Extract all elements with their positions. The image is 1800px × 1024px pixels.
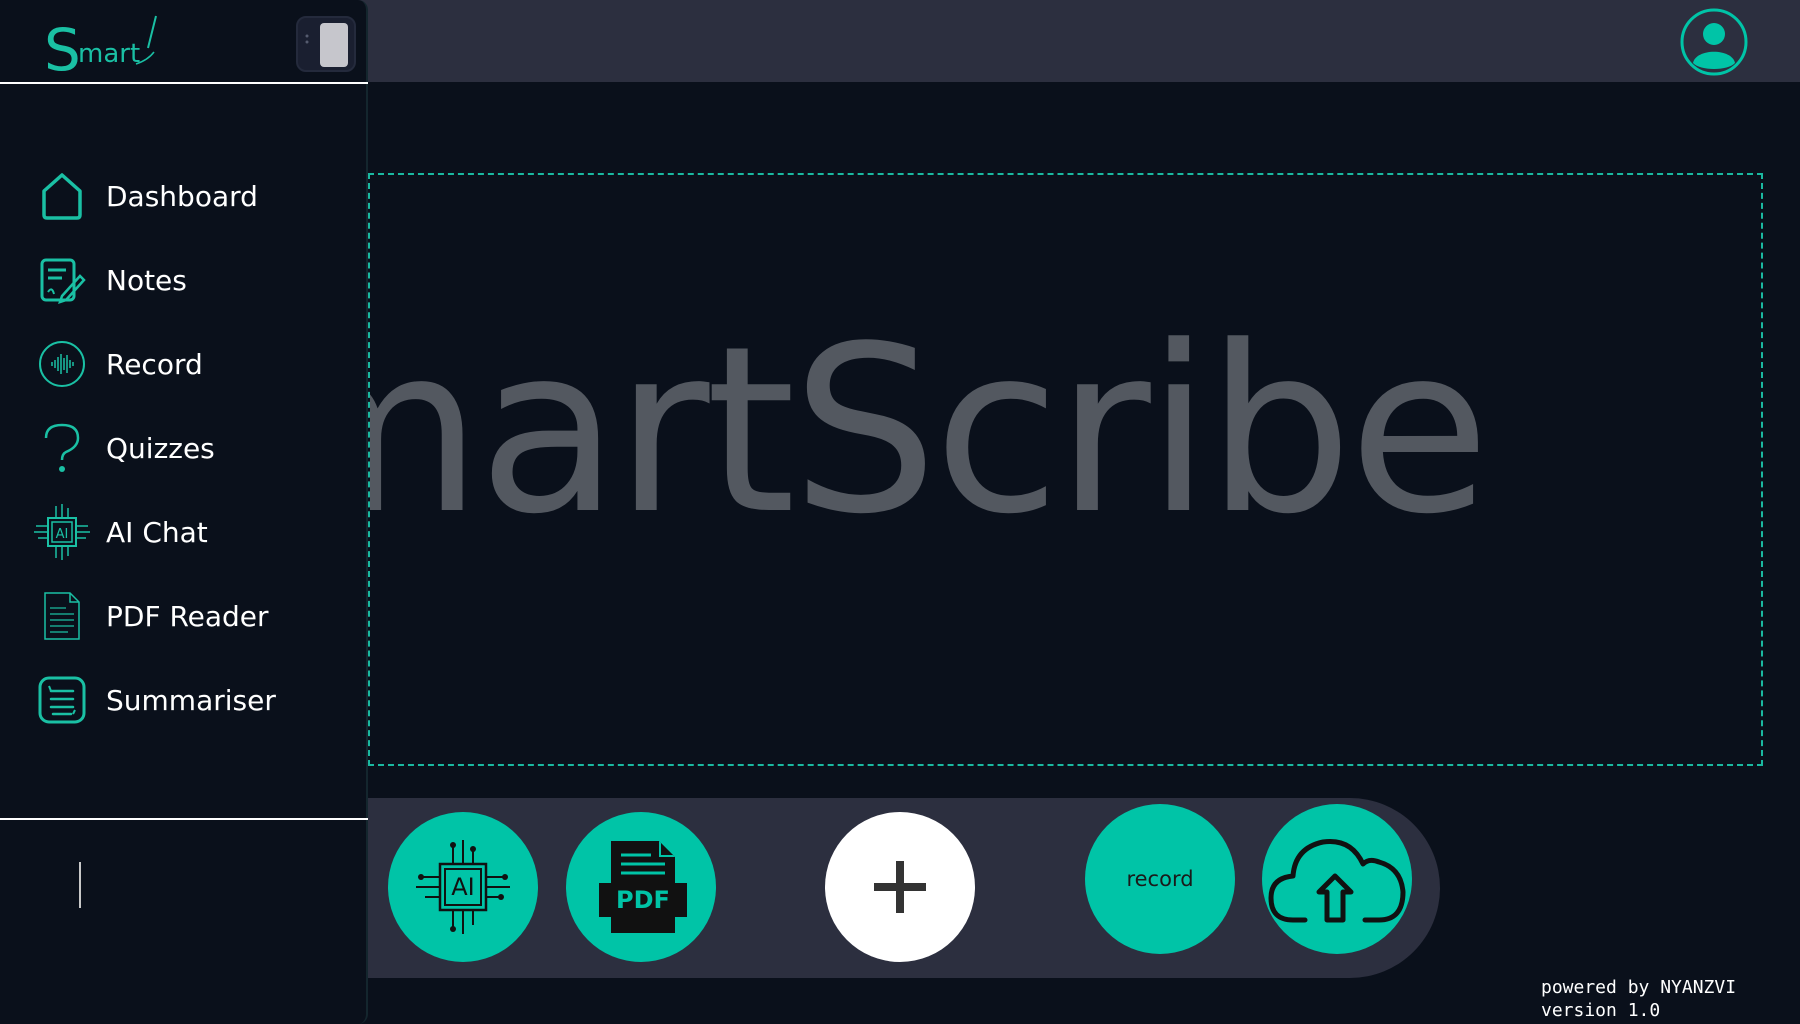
- sidebar-item-ai-chat[interactable]: AI AI Chat: [30, 500, 350, 564]
- upload-button[interactable]: [1262, 804, 1412, 954]
- sidebar-item-label: Notes: [106, 263, 187, 297]
- pdf-icon: PDF: [599, 841, 687, 933]
- hero-title: martScribe: [368, 298, 1490, 565]
- svg-text:AI: AI: [56, 527, 69, 542]
- record-button[interactable]: record: [1085, 804, 1235, 954]
- document-icon: [30, 584, 94, 648]
- sidebar-item-pdf-reader[interactable]: PDF Reader: [30, 584, 350, 648]
- user-avatar[interactable]: [1680, 8, 1748, 76]
- summary-icon: [30, 668, 94, 732]
- ai-chip-icon: AI: [30, 500, 94, 564]
- smart-logo-icon: S mart: [44, 15, 157, 84]
- user-icon: [1680, 8, 1748, 76]
- notes-icon: [30, 248, 94, 312]
- sidebar-toggle-button[interactable]: [296, 16, 356, 72]
- sidebar-item-summariser[interactable]: Summariser: [30, 668, 350, 732]
- svg-text:PDF: PDF: [616, 886, 670, 914]
- version-text: version 1.0: [1541, 1000, 1661, 1021]
- record-button-label: record: [1126, 867, 1194, 891]
- sidebar-item-label: Summariser: [106, 683, 276, 717]
- sidebar: S mart Dashboard Notes Record Quizzes AI…: [0, 0, 368, 1024]
- sidebar-footer: [0, 818, 368, 1024]
- action-dock: AI PDF record: [368, 798, 1440, 978]
- hero-banner: martScribe: [368, 173, 1763, 766]
- svg-text:mart: mart: [78, 39, 140, 69]
- logo-area: S mart: [0, 0, 368, 84]
- text-cursor: [79, 862, 81, 908]
- sidebar-item-label: Record: [106, 347, 203, 381]
- ai-chip-icon: AI: [416, 840, 510, 934]
- plus-icon: [874, 861, 926, 913]
- cloud-upload-icon: [1268, 838, 1406, 923]
- waveform-icon: [30, 332, 94, 396]
- sidebar-item-quizzes[interactable]: Quizzes: [30, 416, 350, 480]
- ai-button[interactable]: AI: [388, 812, 538, 962]
- app-logo[interactable]: S mart: [44, 14, 164, 84]
- sidebar-item-label: AI Chat: [106, 515, 208, 549]
- sidebar-item-label: Quizzes: [106, 431, 215, 465]
- powered-by-text: powered by NYANZVI: [1541, 977, 1737, 998]
- question-icon: [30, 416, 94, 480]
- sidebar-item-label: PDF Reader: [106, 599, 269, 633]
- svg-text:S: S: [44, 16, 81, 76]
- sidebar-item-notes[interactable]: Notes: [30, 248, 350, 312]
- pdf-button[interactable]: PDF: [566, 812, 716, 962]
- sidebar-item-label: Dashboard: [106, 179, 258, 213]
- home-icon: [30, 164, 94, 228]
- sidebar-item-record[interactable]: Record: [30, 332, 350, 396]
- svg-text:AI: AI: [451, 873, 475, 901]
- sidebar-item-dashboard[interactable]: Dashboard: [30, 164, 350, 228]
- footer-credits: powered by NYANZVI version 1.0: [1541, 976, 1736, 1022]
- add-button[interactable]: [825, 812, 975, 962]
